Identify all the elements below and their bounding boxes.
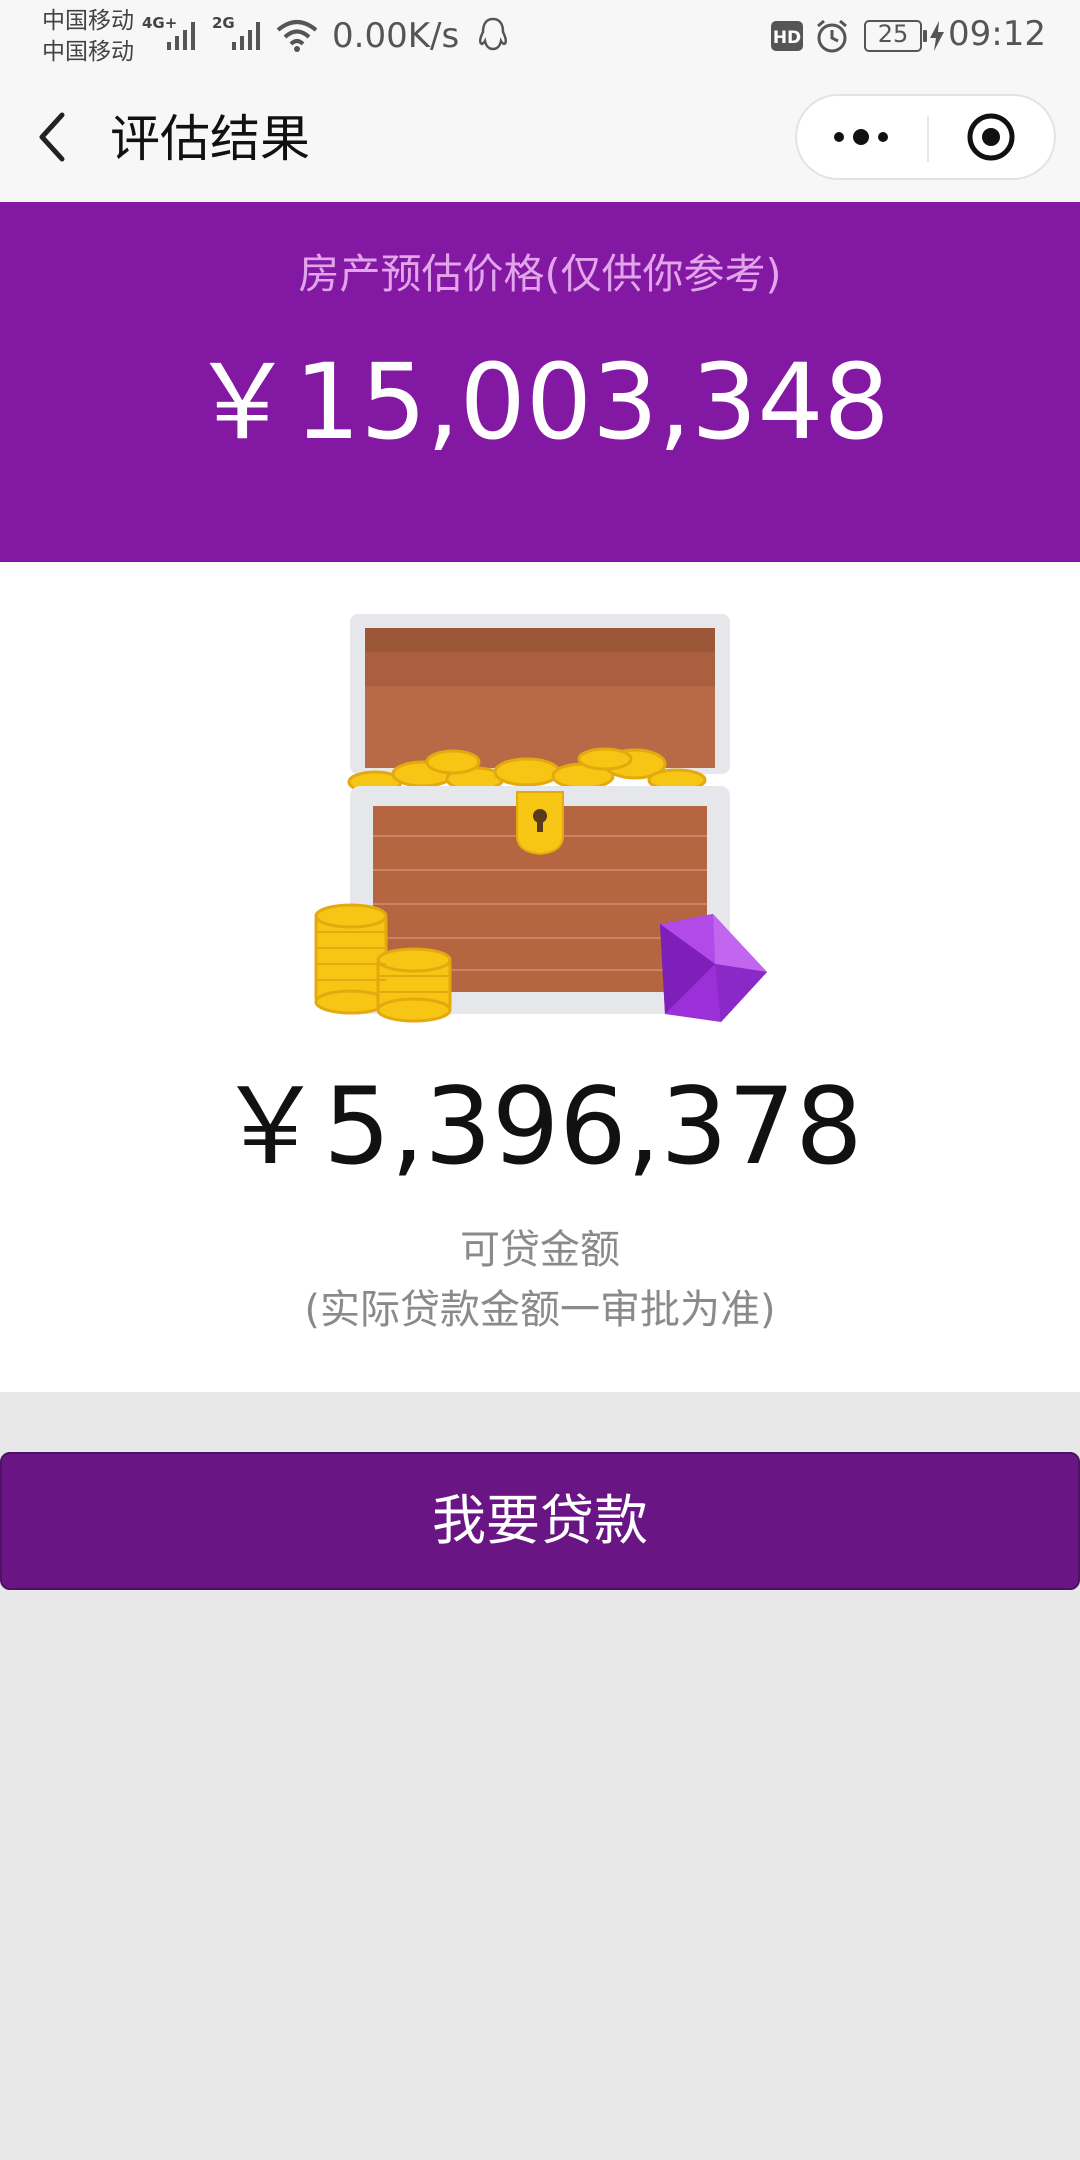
alarm-icon [817,19,847,53]
page: 中国移动 中国移动 4G+ 2G 0.00K/s HD 25 09:12 评估结… [0,0,1080,2160]
hd-icon: HD [771,21,803,51]
page-title: 评估结果 [110,110,310,168]
wifi-icon [276,20,318,52]
mini-program-capsule [795,94,1056,180]
svg-text:HD: HD [773,28,801,48]
qq-icon [478,17,508,51]
clock: 09:12 [948,14,1046,54]
chevron-left-icon [39,112,65,162]
estimate-panel: 房产预估价格(仅供你参考) ￥15,003,348 [0,202,1080,562]
more-button[interactable] [797,96,927,178]
battery-icon: 25 [864,20,927,52]
battery-level: 25 [877,20,909,48]
loan-label: 可贷金额 [460,1227,620,1273]
apply-loan-button[interactable]: 我要贷款 [0,1452,1080,1590]
signal-icon [167,22,195,50]
charging-icon [930,21,944,51]
carrier-names: 中国移动 中国移动 [42,6,134,68]
estimate-caption: 房产预估价格(仅供你参考) [298,250,782,298]
target-icon [967,113,1015,161]
close-button[interactable] [929,96,1056,178]
net-speed: 0.00K/s [332,16,460,56]
back-button[interactable] [30,107,90,167]
loan-panel: ￥5,396,378 可贷金额 (实际贷款金额一审批为准) [0,562,1080,1392]
more-dots-icon [834,129,888,145]
estimate-value: ￥15,003,348 [190,341,890,463]
loan-note: (实际贷款金额一审批为准) [304,1287,776,1333]
carrier-2: 中国移动 [42,39,134,65]
nav-bar: 评估结果 [0,75,1080,202]
loan-amount: ￥5,396,378 [217,1065,863,1188]
status-bar: 中国移动 中国移动 4G+ 2G 0.00K/s HD 25 09:12 [0,0,1080,75]
carrier-1: 中国移动 [42,8,134,34]
treasure-chest-illustration [314,614,767,1023]
signal-icon [232,22,260,50]
